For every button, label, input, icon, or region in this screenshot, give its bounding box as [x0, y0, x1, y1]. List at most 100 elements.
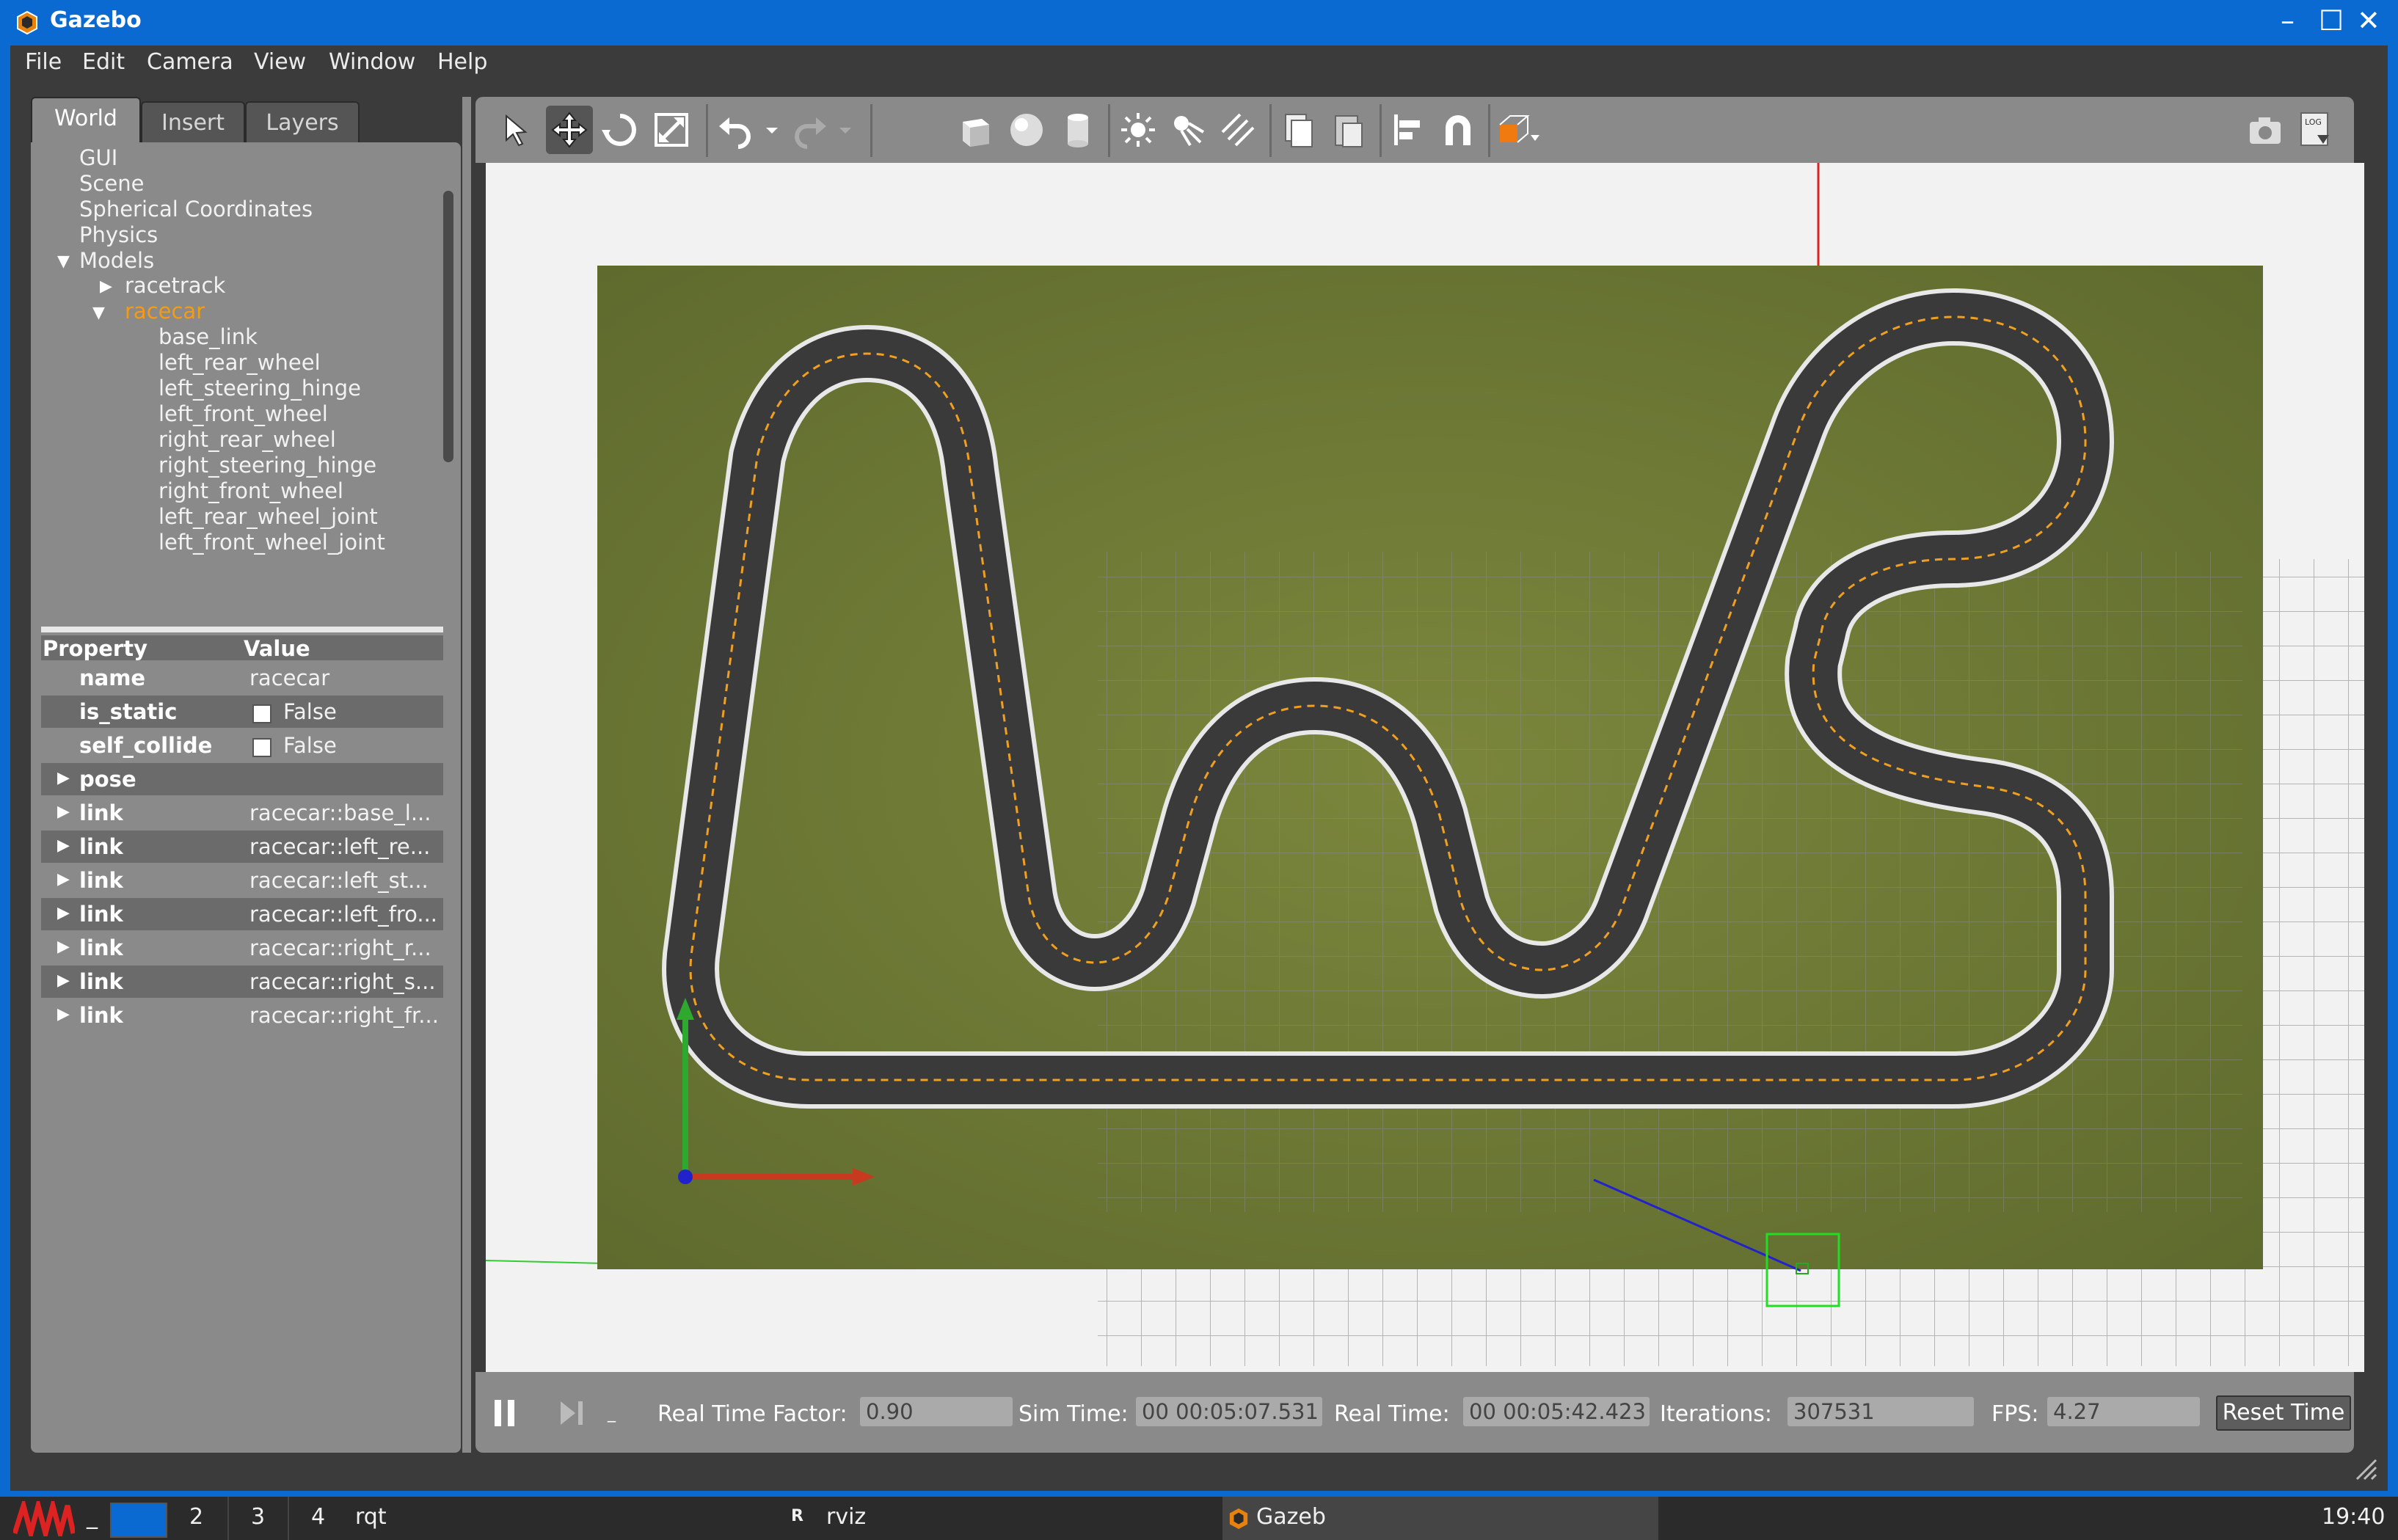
redo-dropdown-icon[interactable]: [832, 110, 859, 150]
property-value: racecar::base_l...: [249, 800, 431, 825]
tab-world[interactable]: World: [31, 97, 141, 145]
menu-help[interactable]: Help: [437, 49, 487, 75]
property-value[interactable]: racecar: [249, 665, 440, 690]
tree-scrollbar[interactable]: [443, 191, 453, 462]
tree-item-left-front-wheel[interactable]: left_front_wheel: [158, 401, 328, 426]
workspace-1[interactable]: [110, 1503, 167, 1538]
expand-pose-icon[interactable]: ▶: [57, 769, 70, 787]
property-value: racecar::left_st...: [249, 868, 429, 893]
panel-splitter[interactable]: [41, 627, 443, 632]
translate-icon[interactable]: [550, 110, 589, 150]
tree-item-right-front-wheel[interactable]: right_front_wheel: [158, 478, 343, 503]
property-row-link[interactable]: ▶ link racecar::left_fro...: [41, 898, 443, 930]
property-row-self-collide[interactable]: self_collide False: [41, 729, 443, 762]
tree-item-right-steering-hinge[interactable]: right_steering_hinge: [158, 453, 376, 478]
task-rviz[interactable]: rviz: [826, 1504, 866, 1530]
property-key: pose: [79, 767, 136, 792]
expand-racecar-icon[interactable]: ▼: [92, 304, 105, 322]
tab-insert[interactable]: Insert: [141, 101, 245, 145]
spot-light-icon[interactable]: [1168, 110, 1208, 150]
tree-item-gui[interactable]: GUI: [79, 145, 117, 170]
property-row-link[interactable]: ▶ link racecar::right_fr...: [41, 999, 443, 1032]
property-row-link[interactable]: ▶ link racecar::right_s...: [41, 966, 443, 998]
expand-link-icon[interactable]: ▶: [57, 971, 70, 990]
close-icon[interactable]: ✕: [2357, 4, 2380, 37]
expand-link-icon[interactable]: ▶: [57, 803, 70, 821]
box-icon[interactable]: [955, 110, 995, 150]
tree-item-right-rear-wheel[interactable]: right_rear_wheel: [158, 427, 336, 452]
property-row-link[interactable]: ▶ link racecar::left_st...: [41, 864, 443, 897]
expand-link-icon[interactable]: ▶: [57, 1005, 70, 1023]
property-row-name[interactable]: name racecar: [41, 662, 443, 694]
menu-camera[interactable]: Camera: [147, 49, 233, 75]
tree-item-left-front-wheel-joint[interactable]: left_front_wheel_joint: [158, 530, 385, 555]
system-menu-logo-icon[interactable]: [13, 1501, 75, 1536]
property-row-pose[interactable]: ▶ pose: [41, 763, 443, 795]
undo-dropdown-icon[interactable]: [759, 110, 785, 150]
point-light-icon[interactable]: [1118, 110, 1158, 150]
minimize-all[interactable]: _: [87, 1504, 98, 1530]
expand-link-icon[interactable]: ▶: [57, 904, 70, 922]
maximize-icon[interactable]: ☐: [2319, 4, 2344, 37]
property-key: is_static: [79, 699, 178, 724]
workspace-4-label[interactable]: 4: [311, 1504, 325, 1530]
property-row-link[interactable]: ▶ link racecar::base_l...: [41, 797, 443, 829]
step-icon[interactable]: [556, 1397, 588, 1429]
rotate-icon[interactable]: [600, 110, 640, 150]
expand-link-icon[interactable]: ▶: [57, 870, 70, 888]
tree-item-left-rear-wheel[interactable]: left_rear_wheel: [158, 350, 321, 375]
undo-icon[interactable]: [716, 110, 756, 150]
copy-icon[interactable]: [1278, 110, 1318, 150]
expand-link-icon[interactable]: ▶: [57, 938, 70, 956]
scale-icon[interactable]: [652, 110, 691, 150]
pane-splitter[interactable]: [462, 97, 471, 1453]
property-row-link[interactable]: ▶ link racecar::right_r...: [41, 932, 443, 964]
toolbar-separator: [1380, 104, 1382, 157]
snap-icon[interactable]: [1438, 110, 1478, 150]
tree-item-racecar[interactable]: racecar: [125, 299, 205, 324]
resize-grip-icon[interactable]: [2350, 1453, 2379, 1482]
expand-models-icon[interactable]: ▼: [57, 252, 70, 271]
minimize-icon[interactable]: –: [2281, 4, 2295, 37]
expand-link-icon[interactable]: ▶: [57, 836, 70, 855]
reset-time-button[interactable]: Reset Time: [2216, 1395, 2351, 1431]
toolbar-separator: [1488, 104, 1490, 157]
tree-item-spherical-coordinates[interactable]: Spherical Coordinates: [79, 197, 313, 222]
gazebo-window: Gazebo – ☐ ✕ File Edit Camera View Windo…: [0, 0, 2398, 1497]
left-panel: World Insert Layers GUI Scene Spherical …: [31, 97, 461, 1453]
tree-item-left-steering-hinge[interactable]: left_steering_hinge: [158, 376, 361, 401]
property-row-link[interactable]: ▶ link racecar::left_re...: [41, 831, 443, 863]
expand-racetrack-icon[interactable]: ▶: [100, 277, 112, 296]
task-rqt[interactable]: rqt: [355, 1504, 387, 1530]
3d-scene-viewport[interactable]: [486, 163, 2364, 1372]
align-icon[interactable]: [1388, 110, 1428, 150]
menu-view[interactable]: View: [254, 49, 306, 75]
toolbar-separator: [1269, 104, 1272, 157]
log-icon[interactable]: LOG: [2295, 110, 2335, 150]
view-angle-icon[interactable]: [1495, 110, 1547, 150]
title-bar[interactable]: Gazebo – ☐ ✕: [0, 0, 2398, 45]
self-collide-checkbox[interactable]: [252, 738, 271, 757]
paste-icon[interactable]: [1328, 110, 1368, 150]
directional-light-icon[interactable]: [1218, 110, 1258, 150]
cylinder-icon[interactable]: [1058, 110, 1098, 150]
tree-item-base-link[interactable]: base_link: [158, 324, 258, 349]
menu-window[interactable]: Window: [329, 49, 415, 75]
tree-item-scene[interactable]: Scene: [79, 171, 144, 196]
tree-item-physics[interactable]: Physics: [79, 222, 158, 247]
tab-layers[interactable]: Layers: [245, 101, 360, 145]
screenshot-icon[interactable]: [2245, 110, 2285, 150]
menu-file[interactable]: File: [25, 49, 62, 75]
pause-icon[interactable]: [490, 1397, 520, 1429]
tree-item-models[interactable]: Models: [79, 248, 154, 273]
rviz-icon: R: [791, 1507, 803, 1525]
tree-item-left-rear-wheel-joint[interactable]: left_rear_wheel_joint: [158, 504, 378, 529]
redo-icon[interactable]: [790, 110, 829, 150]
property-row-is-static[interactable]: is_static False: [41, 696, 443, 728]
menu-edit[interactable]: Edit: [82, 49, 125, 75]
property-value: racecar::left_re...: [249, 834, 431, 859]
sphere-icon[interactable]: [1007, 110, 1046, 150]
select-arrow-icon[interactable]: [496, 110, 536, 150]
is-static-checkbox[interactable]: [252, 704, 271, 723]
tree-item-racetrack[interactable]: racetrack: [125, 273, 225, 298]
